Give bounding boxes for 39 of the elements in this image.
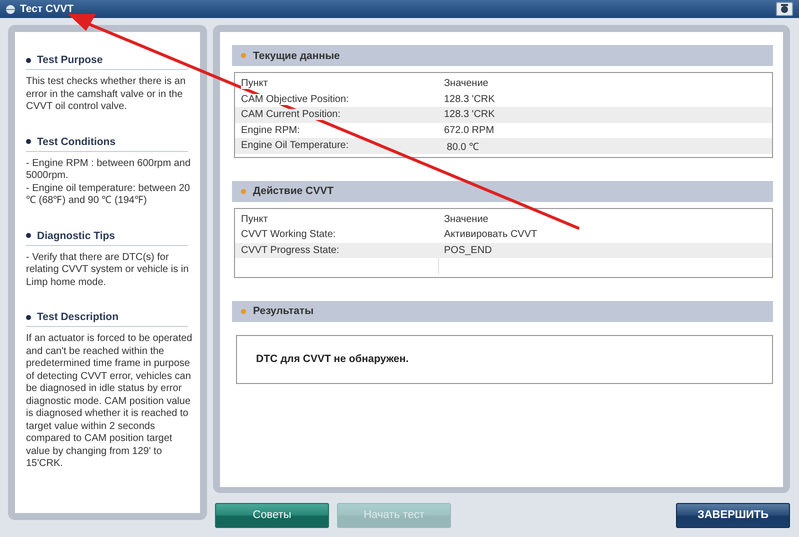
action-button[interactable]: Советы: [215, 502, 329, 528]
table-cell: Engine Oil Temperature:: [241, 140, 349, 152]
table-cell: CVVT Working State:: [241, 229, 336, 240]
table-cell: CAM Current Position:: [241, 109, 340, 120]
window-title: Тест CVVT: [20, 3, 74, 15]
column-header: Пункт: [241, 214, 268, 225]
bullet-icon: [26, 314, 31, 320]
table-cell: Engine RPM:: [241, 124, 300, 136]
table-cell: 128.3 'CRK: [444, 94, 495, 105]
action-button[interactable]: ЗАВЕРШИТЬ: [676, 502, 790, 528]
bullet-icon: [26, 139, 31, 144]
column-header: Пункт: [241, 78, 268, 90]
section-header: Текущие данные: [232, 45, 773, 66]
result-message: DTC для CVVT не обнаружен.: [256, 353, 409, 365]
column-header: Значение: [444, 78, 488, 90]
camera-icon[interactable]: [776, 2, 793, 16]
heading-text: Test Purpose: [37, 54, 103, 66]
table-cell: 128.3 'CRK: [444, 109, 495, 120]
table-cell: CAM Objective Position:: [241, 94, 349, 105]
heading-text: Test Conditions: [37, 136, 116, 148]
table-cell: POS_END: [444, 244, 492, 256]
section-text: - Verify that there are DTC(s) for relating CVVT system or vehicle is in Limp home mode.: [26, 252, 190, 289]
bullet-icon: [241, 188, 246, 194]
heading-text: Test Description: [37, 311, 118, 323]
table-cell: 672.0 RPM: [444, 124, 494, 136]
heading-text: Diagnostic Tips: [37, 230, 115, 242]
table-cell: CVVT Progress State:: [241, 244, 340, 256]
bullet-icon: [26, 233, 31, 238]
section-text: If an actuator is forced to be operated and can't be reached within the predetermined time frame in purpose of detecting CVVT error, vehicles can be diagnosed in idle status by error diagnostic mode. CAM position value is diagnosed whether it is reached to target value within 2 seconds compared to CAM position target value by changing from 129' to 15'CRK.: [26, 333, 194, 470]
bullet-icon: [241, 53, 246, 58]
table-cell: Активировать CVVT: [444, 229, 538, 240]
column-header: Значение: [444, 214, 488, 225]
section-header: Действие CVVT: [232, 180, 773, 202]
section-text: - Engine RPM : between 600rpm and 5000rpm. - Engine oil temperature: between 20 ℃ (68℉) and 90 ℃ (194℉): [26, 158, 192, 208]
section-text: This test checks whether there is an error in the camshaft valve or in the CVVT oil control valve.: [26, 76, 187, 114]
app-icon: [6, 4, 15, 14]
section-header: Результаты: [232, 300, 773, 322]
bullet-icon: [26, 58, 31, 62]
bullet-icon: [241, 308, 246, 314]
